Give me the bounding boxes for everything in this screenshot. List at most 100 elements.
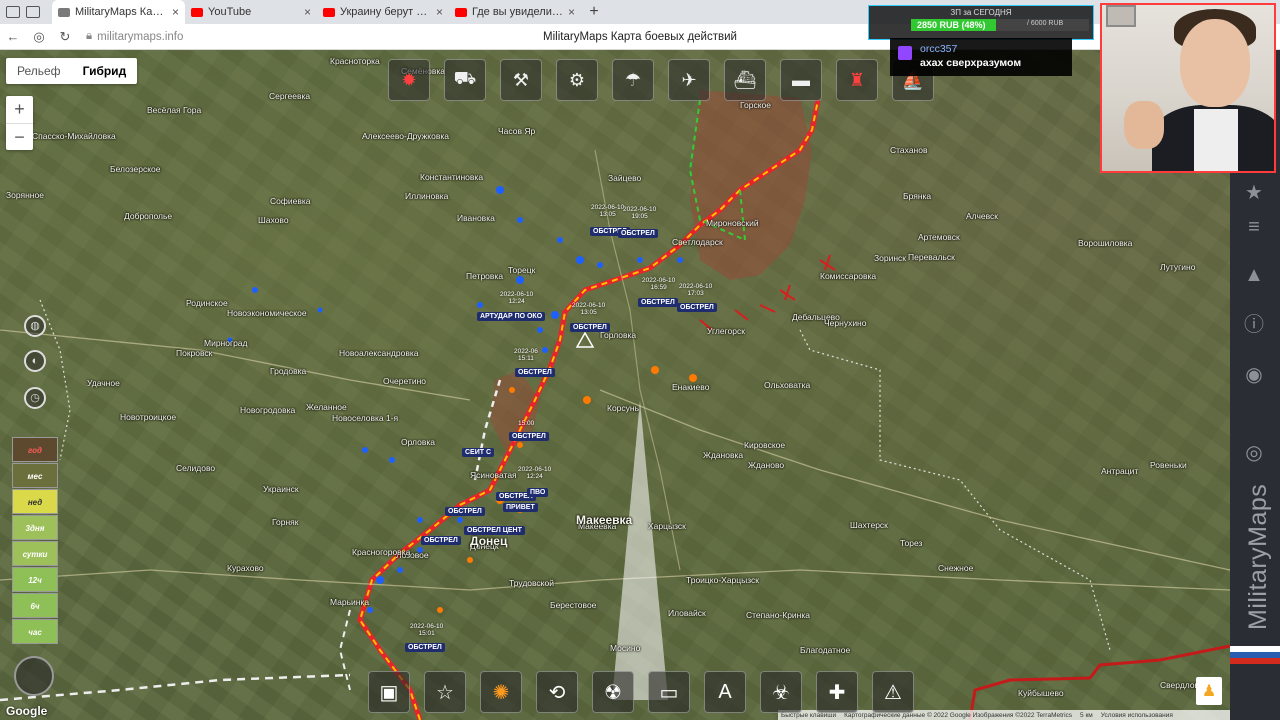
- city-label: Иловайск: [668, 608, 706, 618]
- time-filter-5[interactable]: 12ч: [12, 567, 58, 592]
- layers-icon[interactable]: ◍: [24, 315, 46, 337]
- city-label: Степано-Кринка: [746, 610, 810, 620]
- star-icon[interactable]: ☆: [424, 671, 466, 713]
- mlrs-icon[interactable]: ⚒: [500, 59, 542, 101]
- reload-icon[interactable]: ↻: [52, 29, 78, 45]
- event-timestamp: 2022-06-10 17:03: [679, 283, 713, 297]
- helicopter-icon[interactable]: ✈: [668, 59, 710, 101]
- extension-icon[interactable]: ◎: [26, 29, 52, 45]
- browser-tab[interactable]: YouTube ×: [185, 0, 317, 24]
- warning-icon[interactable]: ⚠: [872, 671, 914, 713]
- fortification-icon[interactable]: ▣: [368, 671, 410, 713]
- event-label[interactable]: ОБСТРЕЛ: [515, 368, 555, 377]
- browser-tab[interactable]: MilitaryMaps Карта боевых дей... ×: [52, 0, 185, 24]
- time-filter-1[interactable]: мес: [12, 463, 58, 488]
- city-label: Светлодарск: [672, 237, 723, 247]
- event-label[interactable]: ОБСТРЕЛ: [405, 643, 445, 652]
- event-label[interactable]: ОБСТРЕЛ: [445, 507, 485, 516]
- time-filter-6[interactable]: 6ч: [12, 593, 58, 618]
- browser-tab[interactable]: Где вы увидели нацизм, к... ×: [449, 0, 581, 24]
- nuclear-plant-icon[interactable]: ☢: [592, 671, 634, 713]
- russian-flag: [1230, 646, 1280, 664]
- city-label: Троицко-Харцызск: [686, 575, 760, 585]
- city-label: Харцызск: [648, 521, 686, 531]
- time-filter-3[interactable]: 3дня: [12, 515, 58, 540]
- map-type-hybrid[interactable]: Гибрид: [72, 58, 138, 84]
- event-label[interactable]: СЕИТ С: [462, 448, 495, 457]
- city-label: Антрацит: [1101, 466, 1139, 476]
- event-label[interactable]: ОБСТРЕЛ: [570, 323, 610, 332]
- donation-value: 2850 RUB (48%): [917, 20, 986, 30]
- flag-circle-icon[interactable]: ◉: [1241, 362, 1267, 388]
- militarymaps-icon: [58, 7, 70, 17]
- paratrooper-icon[interactable]: ☂: [612, 59, 654, 101]
- timeline-icon[interactable]: ◐: [24, 350, 46, 372]
- event-label[interactable]: ОБСТРЕЛ: [509, 432, 549, 441]
- city-label: Иллиновка: [405, 191, 449, 201]
- white-line-west: [338, 609, 351, 691]
- soldier-icon[interactable]: ♜: [836, 59, 878, 101]
- close-tab-icon[interactable]: ×: [436, 5, 443, 19]
- city-label: Курахово: [227, 563, 264, 573]
- train-icon[interactable]: ▬: [780, 59, 822, 101]
- biohazard-icon[interactable]: ☣: [760, 671, 802, 713]
- event-timestamp: 2022-06-10 12:24: [500, 291, 534, 305]
- event-label[interactable]: ОБСТРЕЛ ЦЕНТ: [464, 526, 525, 535]
- time-filter-0[interactable]: год: [12, 437, 58, 462]
- map-canvas[interactable]: КрасноторкаСемёновкаСергеевкаВесёлая Гор…: [0, 50, 1237, 720]
- url-text: militarymaps.info: [97, 30, 184, 43]
- tab-title: Где вы увидели нацизм, к...: [472, 6, 563, 18]
- airport-icon[interactable]: A: [704, 671, 746, 713]
- zoom-in-button[interactable]: +: [6, 96, 33, 123]
- fire-icon[interactable]: ✺: [480, 671, 522, 713]
- navigation-icon[interactable]: ▲: [1241, 262, 1267, 288]
- clock-icon[interactable]: ◷: [24, 387, 46, 409]
- close-tab-icon[interactable]: ×: [172, 5, 179, 19]
- event-label[interactable]: АРТУДАР ПО ОКО: [477, 312, 546, 321]
- time-filter-4[interactable]: сутки: [12, 541, 58, 566]
- event-label[interactable]: ПВО: [527, 488, 549, 497]
- city-label: Белозерское: [110, 164, 161, 174]
- time-filter-7[interactable]: час: [12, 619, 58, 644]
- close-tab-icon[interactable]: ×: [304, 5, 311, 19]
- route-icon[interactable]: ⟲: [536, 671, 578, 713]
- city-label: Ждановка: [703, 450, 744, 460]
- map-type-relief[interactable]: Рельеф: [6, 58, 72, 84]
- tank-icon[interactable]: ⛴: [724, 59, 766, 101]
- home-icon[interactable]: [6, 6, 20, 18]
- event-label[interactable]: ОБСТРЕЛ: [638, 298, 678, 307]
- city-label: Желанное: [306, 402, 347, 412]
- city-label: Перевальск: [908, 252, 955, 262]
- event-label[interactable]: ОБСТРЕЛ: [421, 536, 461, 545]
- new-tab-button[interactable]: +: [581, 0, 607, 24]
- menu-icon[interactable]: ≡: [1241, 214, 1267, 240]
- artillery-icon[interactable]: ✹: [388, 59, 430, 101]
- brand-label: MilitaryMaps: [1244, 483, 1272, 630]
- event-label[interactable]: ОБСТРЕЛ: [618, 229, 658, 238]
- vehicle-icon[interactable]: ⛟: [444, 59, 486, 101]
- city-label: Красногоровка: [352, 547, 411, 557]
- street-view-pegman-icon[interactable]: ♟: [1196, 677, 1222, 705]
- chat-message-overlay: orcc357 ахах сверхразумом: [890, 38, 1072, 76]
- city-label: Гродовка: [270, 366, 307, 376]
- info-icon[interactable]: ⓘ: [1241, 312, 1267, 338]
- medical-icon[interactable]: ✚: [816, 671, 858, 713]
- zoom-out-button[interactable]: −: [6, 123, 33, 150]
- bridge-icon[interactable]: ▭: [648, 671, 690, 713]
- terms-link[interactable]: Условия использования: [1101, 712, 1173, 719]
- address-bar[interactable]: 🔒︎ militarymaps.info: [86, 30, 183, 43]
- star-icon[interactable]: ★: [1241, 180, 1267, 206]
- google-logo: Google: [6, 704, 48, 718]
- compass-icon[interactable]: [14, 656, 54, 696]
- event-label[interactable]: ПРИВЕТ: [503, 503, 538, 512]
- folder-icon[interactable]: [26, 6, 40, 18]
- time-filter-2[interactable]: нед: [12, 489, 58, 514]
- event-label[interactable]: ОБСТРЕЛ: [677, 303, 717, 312]
- sam-icon[interactable]: ⚙: [556, 59, 598, 101]
- city-label: Ивановка: [457, 213, 495, 223]
- browser-tab[interactable]: Украину берут в ЕС - YouTube ×: [317, 0, 449, 24]
- location-target-icon[interactable]: ◎: [1241, 440, 1267, 466]
- city-label: Лутугино: [1160, 262, 1196, 272]
- close-tab-icon[interactable]: ×: [568, 5, 575, 19]
- back-icon[interactable]: ←: [0, 29, 26, 44]
